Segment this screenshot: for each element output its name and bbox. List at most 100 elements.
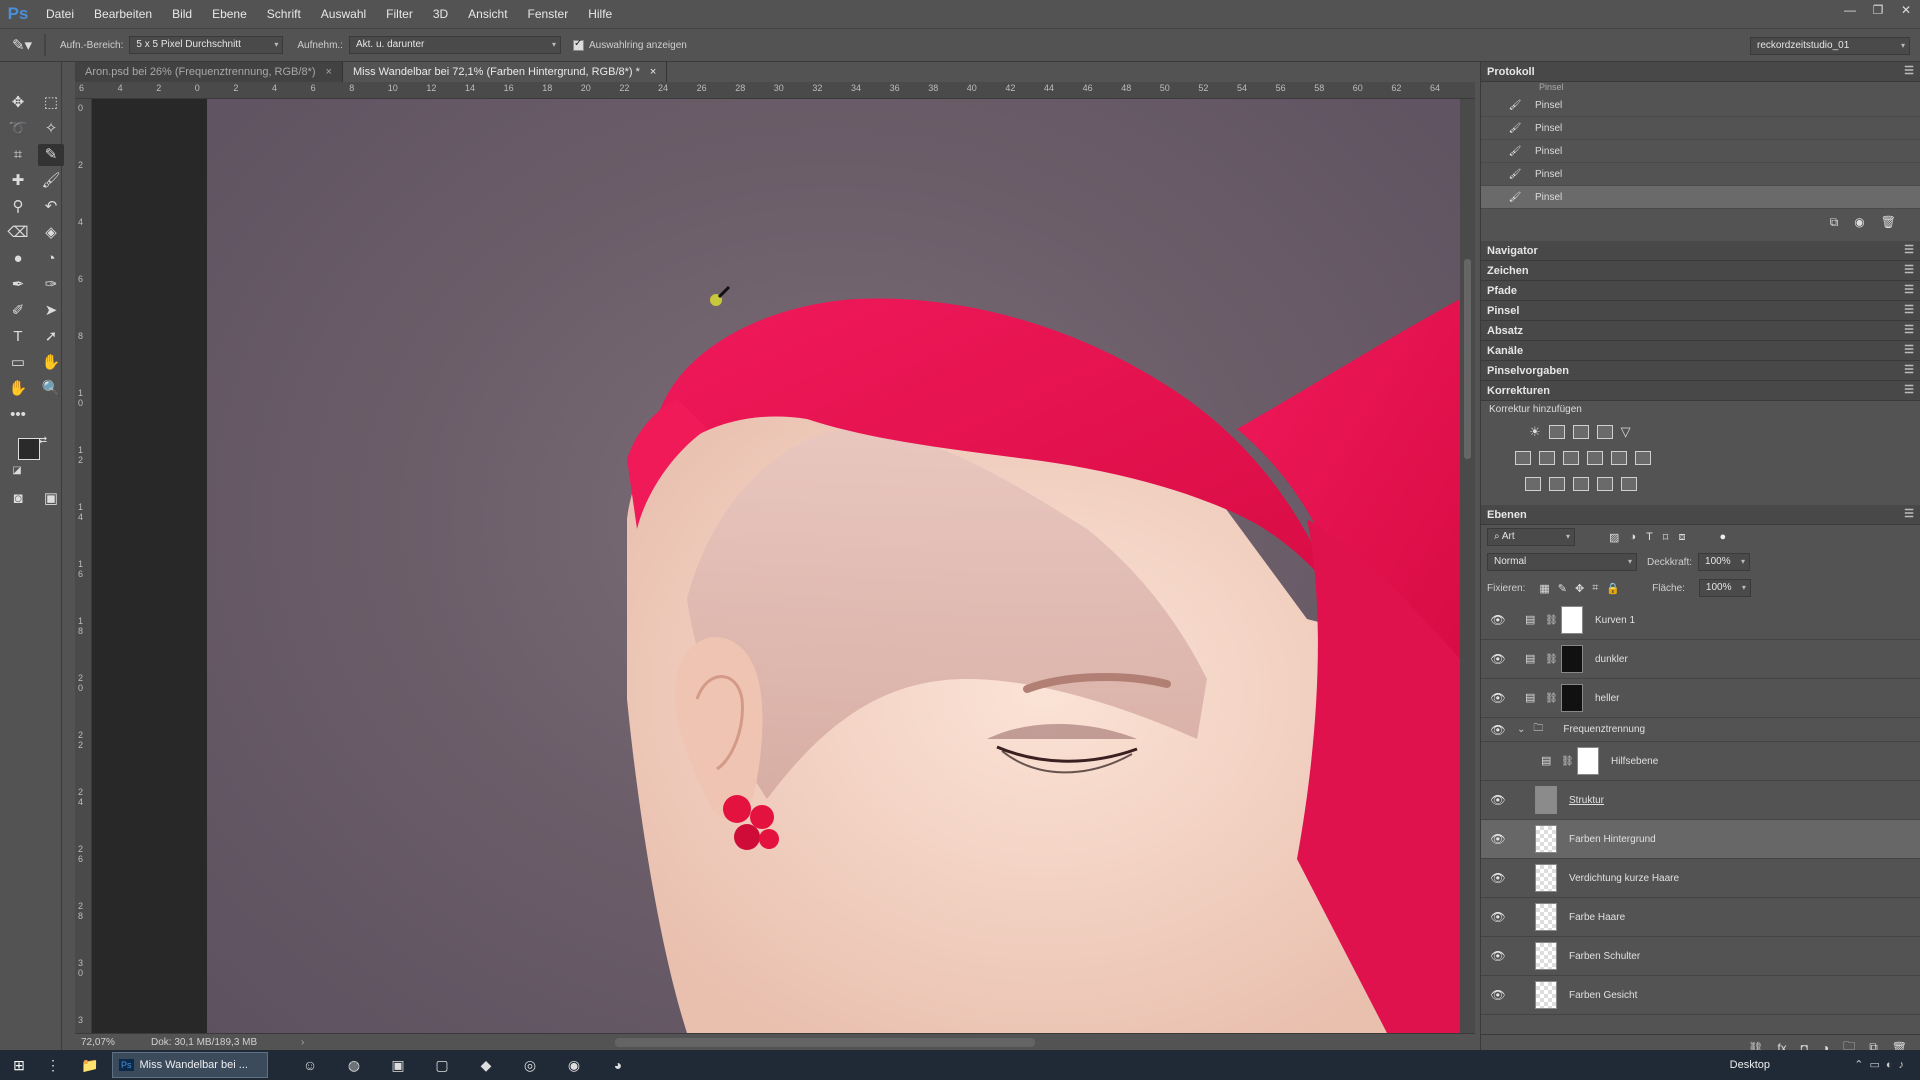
lock-transparency-icon[interactable]: ▦ [1539, 582, 1549, 595]
link-icon[interactable]: ⛓ [1545, 615, 1558, 626]
direct-selection-tool-icon[interactable]: ➚ [38, 326, 64, 348]
panel-menu-icon[interactable]: ☰ [1904, 243, 1914, 256]
close-icon[interactable]: × [326, 62, 332, 82]
gradient-map-icon[interactable] [1621, 477, 1637, 491]
chrome-icon[interactable]: ◕ [596, 1050, 640, 1080]
restore-icon[interactable]: ❐ [1864, 0, 1892, 22]
layer-thumbnail[interactable] [1535, 786, 1557, 814]
layer-thumbnail[interactable] [1561, 606, 1583, 634]
quick-selection-tool-icon[interactable]: ✧ [38, 118, 64, 140]
menu-3d[interactable]: 3D [423, 0, 458, 28]
curves-icon[interactable] [1572, 425, 1589, 439]
menu-hilfe[interactable]: Hilfe [578, 0, 622, 28]
layer-row[interactable]: 👁 Farben Gesicht [1481, 976, 1920, 1015]
history-item-current[interactable]: 🖌 Pinsel [1481, 186, 1920, 209]
panel-korrekturen[interactable]: Korrekturen ☰ [1481, 381, 1920, 401]
layer-row[interactable]: ▤ ⛓ Hilfsebene [1481, 742, 1920, 781]
tab-miss-wandelbar[interactable]: Miss Wandelbar bei 72,1% (Farben Hinterg… [342, 62, 668, 82]
color-lookup-icon[interactable] [1635, 451, 1651, 465]
posterize-icon[interactable] [1549, 477, 1565, 491]
layer-row[interactable]: 👁 ▤ ⛓ dunkler [1481, 640, 1920, 679]
marquee-tool-icon[interactable]: ⬚ [38, 92, 64, 114]
zoom-level[interactable]: 72,07% [81, 1037, 151, 1048]
lock-all-icon[interactable]: 🔒 [1606, 582, 1620, 595]
history-item[interactable]: 🖌 Pinsel [1481, 163, 1920, 186]
visibility-eye-icon[interactable]: 👁 [1487, 832, 1509, 846]
vibrance-icon[interactable]: ▽ [1621, 424, 1631, 440]
close-icon[interactable]: × [650, 62, 656, 82]
history-item[interactable]: 🖌 Pinsel [1481, 94, 1920, 117]
menu-datei[interactable]: Datei [36, 0, 84, 28]
menu-ansicht[interactable]: Ansicht [458, 0, 517, 28]
panel-pfade[interactable]: Pfade ☰ [1481, 281, 1920, 301]
paint-bucket-tool-icon[interactable]: ◈ [38, 222, 64, 244]
workspace-select[interactable]: reckordzeitstudio_01 ▾ [1750, 37, 1910, 55]
visibility-eye-icon[interactable]: 👁 [1487, 910, 1509, 924]
layer-row[interactable]: 👁 Struktur [1481, 781, 1920, 820]
layers-panel-header[interactable]: Ebenen ☰ [1481, 505, 1920, 525]
filter-smart-object-icon[interactable]: ⧈ [1678, 531, 1685, 544]
menu-bild[interactable]: Bild [162, 0, 202, 28]
app-icon-4[interactable]: ◉ [552, 1050, 596, 1080]
swap-colors-icon[interactable]: ⇄ [36, 434, 50, 448]
firefox-icon[interactable]: ◍ [332, 1050, 376, 1080]
history-item[interactable]: 🖌 Pinsel [1481, 140, 1920, 163]
opacity-input[interactable]: 100% ▾ [1698, 553, 1751, 571]
visibility-eye-icon[interactable]: 👁 [1487, 691, 1509, 705]
exposure-icon[interactable] [1596, 425, 1613, 439]
tab-aron[interactable]: Aron.psd bei 26% (Frequenztrennung, RGB/… [75, 62, 343, 82]
eyedropper-tool-preset-icon[interactable]: ✎▾ [0, 36, 44, 54]
fill-input[interactable]: 100% ▾ [1698, 579, 1751, 597]
eyedropper-tool-icon[interactable]: ✎ [38, 144, 64, 166]
lock-position-icon[interactable]: ✥ [1575, 582, 1584, 595]
menu-schrift[interactable]: Schrift [257, 0, 311, 28]
pen-tool-icon[interactable]: ✒ [5, 274, 31, 296]
premiere-icon[interactable]: ▣ [376, 1050, 420, 1080]
path-selection-tool-icon[interactable]: ➤ [38, 300, 64, 322]
camera-icon[interactable]: ◉ [1854, 215, 1864, 229]
screen-mode-icon[interactable]: ▣ [38, 488, 64, 510]
default-colors-icon[interactable]: ◪ [10, 464, 24, 478]
layer-row[interactable]: 👁 Farbe Haare [1481, 898, 1920, 937]
filter-adjustment-icon[interactable]: ◑ [1629, 531, 1636, 543]
menu-fenster[interactable]: Fenster [518, 0, 579, 28]
visibility-eye-icon[interactable]: 👁 [1487, 793, 1509, 807]
panel-navigator[interactable]: Navigator ☰ [1481, 241, 1920, 261]
invert-icon[interactable] [1525, 477, 1541, 491]
app-icon-1[interactable]: ☺ [288, 1050, 332, 1080]
type-tool-icon[interactable]: T [5, 326, 31, 348]
filter-toggle-icon[interactable]: ● [1719, 531, 1726, 543]
link-icon[interactable]: ⛓ [1561, 756, 1574, 767]
app-icon-3[interactable]: ◎ [508, 1050, 552, 1080]
panel-menu-icon[interactable]: ☰ [1904, 64, 1914, 77]
layer-row[interactable]: 👁 Verdichtung kurze Haare [1481, 859, 1920, 898]
healing-brush-tool-icon[interactable]: ✚ [5, 170, 31, 192]
lightroom-icon[interactable]: ▢ [420, 1050, 464, 1080]
task-view-icon[interactable]: ⋮ [38, 1050, 68, 1080]
panel-menu-icon[interactable]: ☰ [1904, 303, 1914, 316]
layer-row[interactable]: 👁 Farben Schulter [1481, 937, 1920, 976]
move-tool-icon[interactable]: ✥ [5, 92, 31, 114]
menu-auswahl[interactable]: Auswahl [311, 0, 376, 28]
vertical-scrollbar[interactable] [1460, 99, 1475, 1033]
desktop-toolbar-label[interactable]: Desktop [1730, 1050, 1770, 1080]
history-item[interactable]: 🖌 Pinsel [1481, 117, 1920, 140]
visibility-eye-icon[interactable]: 👁 [1487, 988, 1509, 1002]
threshold-icon[interactable] [1573, 477, 1589, 491]
quick-mask-icon[interactable]: ◙ [5, 488, 31, 510]
link-icon[interactable]: ⛓ [1545, 654, 1558, 665]
layer-group-row[interactable]: 👁 ⌄ 🗀 Frequenztrennung [1481, 718, 1920, 742]
minimize-icon[interactable]: — [1836, 0, 1864, 22]
filter-pixel-icon[interactable]: ▨ [1609, 531, 1619, 544]
panel-absatz[interactable]: Absatz ☰ [1481, 321, 1920, 341]
sample-size-select[interactable]: 5 x 5 Pixel Durchschnitt ▾ [129, 36, 284, 54]
eraser-tool-icon[interactable]: ⌫ [5, 222, 31, 244]
rectangle-tool-icon[interactable]: ▭ [5, 352, 31, 374]
panel-menu-icon[interactable]: ☰ [1904, 507, 1914, 520]
black-white-icon[interactable] [1563, 451, 1579, 465]
chevron-right-icon[interactable]: › [301, 1037, 304, 1048]
visibility-eye-icon[interactable]: 👁 [1487, 723, 1509, 737]
scrollbar-thumb[interactable] [1464, 259, 1471, 459]
panel-pinsel[interactable]: Pinsel ☰ [1481, 301, 1920, 321]
filter-shape-icon[interactable]: ⌑ [1663, 531, 1669, 544]
